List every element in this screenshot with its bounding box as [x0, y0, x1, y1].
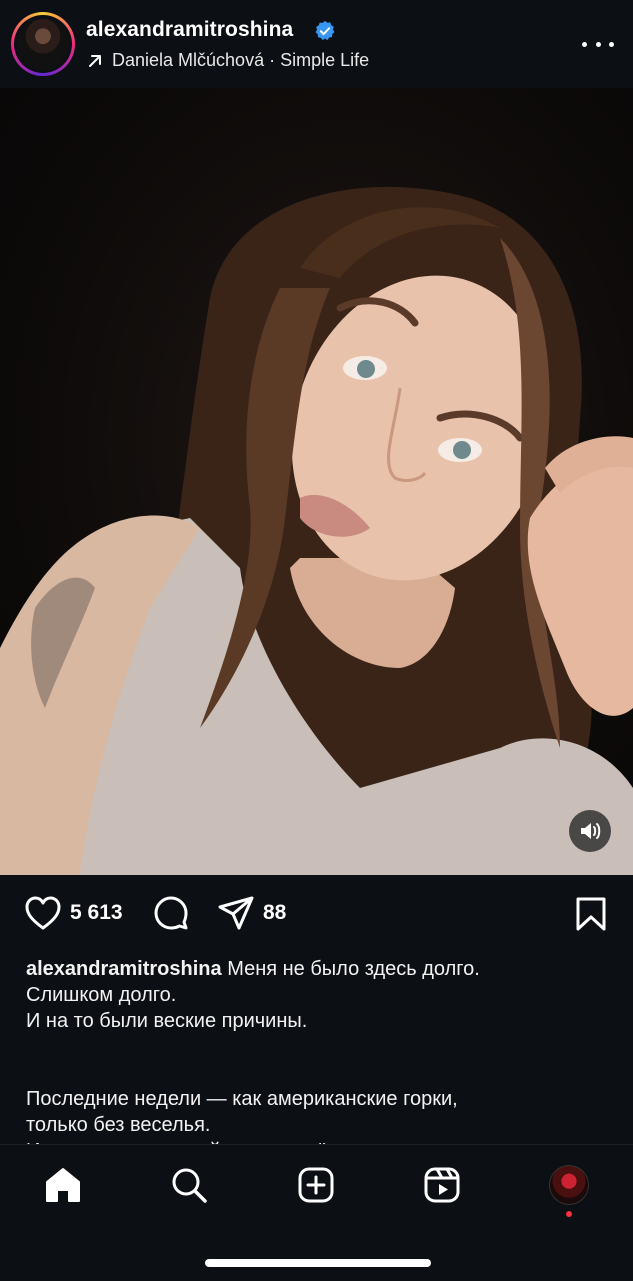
- share-count: 88: [263, 901, 287, 924]
- comment-icon[interactable]: [153, 895, 189, 931]
- post-header: alexandramitroshina Daniela Mlčúchová · …: [0, 0, 633, 88]
- caption-username[interactable]: alexandramitroshina: [26, 958, 222, 980]
- home-icon[interactable]: [41, 1163, 85, 1207]
- portrait-illustration: [0, 186, 633, 875]
- caption-line: Последние недели — как американские горк…: [26, 1088, 458, 1110]
- caption-line: только без веселья.: [26, 1114, 211, 1136]
- reels-icon[interactable]: [420, 1163, 464, 1207]
- caption-line: Слишком долго.: [26, 984, 177, 1006]
- home-indicator[interactable]: [205, 1259, 431, 1267]
- speaker-icon[interactable]: [569, 810, 611, 852]
- post-photo[interactable]: [0, 88, 633, 875]
- post-actions: 5 613 88: [0, 875, 633, 955]
- notification-dot: [566, 1211, 572, 1217]
- share-action[interactable]: 88: [217, 895, 286, 931]
- arrow-up-right-icon: [89, 54, 101, 67]
- like-count[interactable]: 5 613: [70, 901, 123, 925]
- search-icon[interactable]: [167, 1163, 211, 1207]
- audio-attribution[interactable]: Daniela Mlčúchová · Simple Life: [86, 50, 369, 71]
- story-avatar[interactable]: [11, 12, 75, 76]
- audio-attribution-text: Daniela Mlčúchová · Simple Life: [112, 50, 370, 70]
- save-action[interactable]: [575, 896, 607, 932]
- bookmark-icon[interactable]: [575, 896, 607, 932]
- profile-avatar[interactable]: [547, 1163, 591, 1207]
- caption-line: Меня не было здесь долго.: [227, 958, 480, 980]
- caption-line: И на то были веские причины.: [26, 1010, 308, 1032]
- verified-badge-icon: [315, 20, 335, 41]
- more-options-icon[interactable]: [582, 30, 614, 58]
- send-icon[interactable]: [217, 895, 255, 931]
- comment-action[interactable]: [153, 895, 189, 931]
- create-icon[interactable]: [294, 1163, 338, 1207]
- like-action[interactable]: 5 613: [24, 895, 123, 931]
- post-username[interactable]: alexandramitroshina: [86, 18, 293, 42]
- heart-icon[interactable]: [24, 895, 62, 931]
- post-caption: alexandramitroshina Меня не было здесь д…: [26, 956, 606, 1164]
